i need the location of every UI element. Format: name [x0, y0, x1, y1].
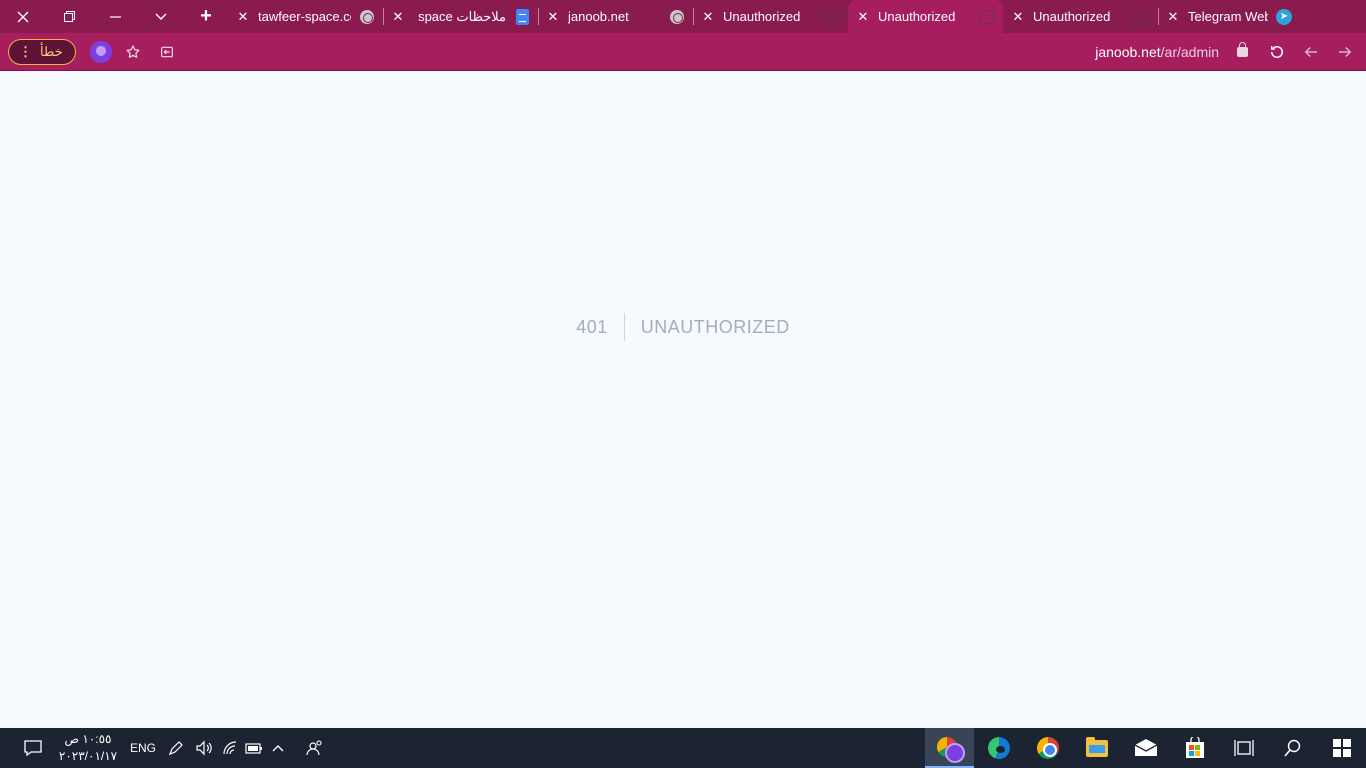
bookmark-star-button[interactable]: [120, 39, 146, 65]
show-hidden-icons-button[interactable]: [266, 728, 290, 768]
site-icon: [1134, 9, 1150, 25]
mail-icon: [1134, 739, 1157, 756]
share-icon: [160, 46, 173, 57]
share-button[interactable]: [154, 39, 180, 65]
arrow-right-icon: [1339, 46, 1352, 57]
tab-title: ملاحظات space: [418, 8, 506, 24]
star-icon: [126, 44, 140, 58]
tab-notes[interactable]: ✕ ملاحظات space: [383, 0, 538, 33]
tab-janoob[interactable]: ✕ janoob.net: [538, 0, 693, 33]
taskbar-edge-app[interactable]: [974, 728, 1023, 768]
taskbar-mail-app[interactable]: [1121, 728, 1170, 768]
close-window-button[interactable]: [0, 0, 46, 33]
tab-title: Unauthorized: [1033, 9, 1111, 24]
url-path: /ar/admin: [1160, 43, 1219, 60]
pen-icon: [168, 741, 183, 756]
clock[interactable]: ١٠:٥٥ ص ٢٠٢٣/٠١/١٧: [52, 728, 124, 768]
tab-tawfeer[interactable]: ✕ tawfeer-space.co: [228, 0, 383, 33]
taskbar-search-button[interactable]: [1268, 728, 1317, 768]
browser-toolbar: ⋮ خطأ janoob.net/ar/admin: [0, 33, 1366, 71]
forward-button[interactable]: [1332, 39, 1358, 65]
site-icon: [979, 9, 995, 25]
google-docs-icon: [514, 8, 530, 25]
telegram-icon: ➤: [1276, 8, 1292, 25]
search-icon: [1283, 739, 1300, 757]
address-bar-url[interactable]: janoob.net/ar/admin: [1095, 44, 1219, 60]
tab-unauthorized-1[interactable]: ✕ Unauthorized: [693, 0, 848, 33]
wifi-icon: [223, 741, 237, 755]
tab-telegram[interactable]: ✕ Telegram Web ➤: [1158, 0, 1300, 33]
profile-avatar[interactable]: [89, 40, 112, 63]
pen-workspace-button[interactable]: [162, 728, 190, 768]
reload-button[interactable]: [1264, 39, 1290, 65]
task-view-icon: [1233, 740, 1254, 756]
clock-date: ٢٠٢٣/٠١/١٧: [58, 749, 118, 763]
url-host: janoob.net: [1095, 43, 1161, 60]
battery-button[interactable]: [242, 728, 266, 768]
lock-icon[interactable]: [1237, 41, 1248, 57]
tab-close-icon[interactable]: ✕: [1011, 9, 1025, 25]
people-icon: [306, 740, 322, 756]
chevron-down-icon: [155, 13, 167, 20]
page-content: [0, 71, 1366, 728]
arrow-left-icon: [1304, 46, 1317, 57]
error-menu-button[interactable]: ⋮ خطأ: [8, 38, 76, 65]
tab-strip: + ✕ tawfeer-space.co ✕ ملاحظات space ✕ j…: [0, 0, 1366, 33]
minimize-icon: [109, 15, 121, 18]
new-tab-button[interactable]: +: [184, 0, 228, 33]
battery-icon: [245, 743, 262, 754]
store-icon: [1185, 737, 1204, 758]
restore-window-button[interactable]: [46, 0, 92, 33]
tab-title: janoob.net: [568, 9, 629, 24]
tab-close-icon[interactable]: ✕: [701, 9, 715, 25]
task-view-button[interactable]: [1219, 728, 1268, 768]
chrome-icon: [1036, 737, 1059, 759]
network-button[interactable]: [218, 728, 242, 768]
restore-icon: [63, 11, 75, 22]
taskbar-browser-app[interactable]: [925, 728, 974, 768]
more-menu-icon: ⋮: [19, 43, 32, 59]
volume-button[interactable]: [190, 728, 218, 768]
reload-icon: [1271, 45, 1283, 58]
globe-icon: [359, 9, 375, 25]
tab-close-icon[interactable]: ✕: [856, 9, 870, 25]
people-button[interactable]: [290, 728, 340, 768]
error-text: UNAUTHORIZED: [640, 317, 790, 337]
tab-title: Unauthorized: [723, 9, 801, 24]
input-language-button[interactable]: ENG: [124, 728, 162, 768]
tab-close-icon[interactable]: ✕: [1166, 9, 1180, 25]
close-icon: [17, 11, 29, 22]
back-button[interactable]: [1298, 39, 1324, 65]
start-button[interactable]: [1317, 728, 1366, 768]
chevron-up-icon: [272, 745, 284, 752]
tab-close-icon[interactable]: ✕: [391, 9, 405, 25]
start-icon: [1332, 739, 1351, 757]
file-explorer-icon: [1085, 736, 1108, 757]
error-message-block: 401 UNAUTHORIZED: [0, 313, 1366, 341]
volume-icon: [196, 740, 212, 756]
taskbar-store-app[interactable]: [1170, 728, 1219, 768]
tab-title: Telegram Web: [1188, 9, 1268, 24]
notification-center-button[interactable]: [14, 728, 52, 768]
browser-multi-icon: [936, 737, 965, 763]
tab-search-button[interactable]: [138, 0, 184, 33]
minimize-window-button[interactable]: [92, 0, 138, 33]
taskbar-file-explorer-app[interactable]: [1072, 728, 1121, 768]
tab-close-icon[interactable]: ✕: [236, 9, 250, 25]
site-icon: [824, 9, 840, 25]
edge-icon: [987, 737, 1010, 759]
tab-title: tawfeer-space.co: [258, 9, 351, 24]
tab-close-icon[interactable]: ✕: [546, 9, 560, 25]
error-code: 401: [560, 313, 625, 341]
notification-icon: [24, 740, 42, 756]
taskbar: ١٠:٥٥ ص ٢٠٢٣/٠١/١٧ ENG: [0, 728, 1366, 768]
tab-title: Unauthorized: [878, 9, 956, 24]
tab-unauthorized-active[interactable]: ✕ Unauthorized: [848, 0, 1003, 33]
clock-time: ١٠:٥٥ ص: [64, 732, 112, 746]
error-label: خطأ: [40, 43, 63, 59]
globe-icon: [669, 9, 685, 25]
taskbar-chrome-app[interactable]: [1023, 728, 1072, 768]
tab-unauthorized-3[interactable]: ✕ Unauthorized: [1003, 0, 1158, 33]
